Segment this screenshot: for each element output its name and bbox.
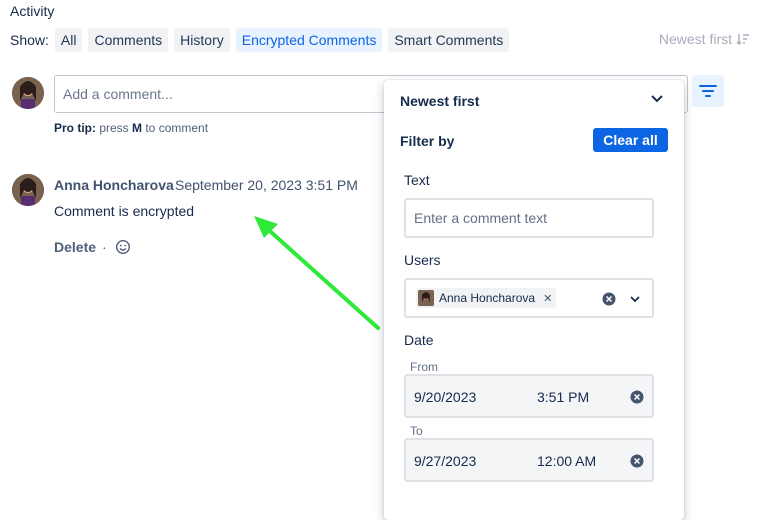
sort-label: Newest first	[658, 31, 732, 47]
from-time-value[interactable]: 3:51 PM	[537, 389, 589, 405]
filter-panel: Newest first Filter by Clear all Text En…	[384, 80, 684, 520]
to-datetime-field[interactable]: 9/27/2023 12:00 AM	[404, 438, 654, 482]
sort-descending-icon	[736, 34, 749, 45]
selected-user-chip: Anna Honcharova ✕	[416, 288, 557, 308]
clear-all-button[interactable]: Clear all	[593, 128, 668, 152]
pro-tip: Pro tip: press M to comment	[54, 121, 208, 135]
activity-heading: Activity	[10, 3, 55, 19]
show-filter-tabs: Show: All Comments History Encrypted Com…	[10, 28, 515, 52]
from-date-value[interactable]: 9/20/2023	[414, 389, 476, 405]
text-filter-placeholder: Enter a comment text	[414, 210, 548, 226]
clear-from-date-icon[interactable]	[630, 390, 644, 404]
tab-smart-comments[interactable]: Smart Comments	[388, 28, 510, 52]
filter-by-heading: Filter by	[400, 133, 455, 149]
tab-all[interactable]: All	[54, 28, 83, 52]
panel-sort-select[interactable]: Newest first	[400, 93, 479, 109]
show-label: Show:	[10, 32, 49, 48]
text-filter-label: Text	[404, 172, 430, 188]
tab-comments[interactable]: Comments	[88, 28, 169, 52]
pro-tip-key: M	[132, 121, 143, 135]
tab-encrypted-comments[interactable]: Encrypted Comments	[235, 28, 383, 52]
add-comment-placeholder: Add a comment...	[63, 86, 173, 102]
chevron-down-icon[interactable]	[650, 94, 664, 104]
comment-author[interactable]: Anna Honcharova	[54, 177, 174, 193]
from-label: From	[410, 360, 438, 374]
pro-tip-prefix: Pro tip:	[54, 121, 96, 135]
users-filter-select[interactable]: Anna Honcharova ✕	[404, 278, 654, 318]
remove-user-icon[interactable]: ✕	[543, 292, 552, 305]
to-date-value[interactable]: 9/27/2023	[414, 453, 476, 469]
to-time-value[interactable]: 12:00 AM	[537, 453, 596, 469]
pro-tip-suffix: to comment	[142, 121, 209, 135]
delete-comment-button[interactable]: Delete	[54, 239, 96, 255]
from-datetime-field[interactable]: 9/20/2023 3:51 PM	[404, 374, 654, 418]
current-user-avatar	[12, 77, 44, 109]
date-filter-label: Date	[404, 332, 434, 348]
clear-to-date-icon[interactable]	[630, 454, 644, 468]
sort-toggle[interactable]: Newest first	[659, 31, 750, 47]
emoji-reaction-icon[interactable]	[115, 239, 131, 255]
filter-button[interactable]	[692, 75, 724, 107]
comment-author-avatar[interactable]	[12, 174, 44, 206]
comment-actions: Delete ·	[54, 239, 131, 255]
clear-users-icon[interactable]	[602, 292, 616, 306]
filter-icon	[699, 85, 717, 97]
to-label: To	[410, 424, 423, 438]
action-separator: ·	[102, 239, 107, 255]
users-filter-label: Users	[404, 252, 441, 268]
selected-user-avatar	[418, 290, 434, 306]
text-filter-input[interactable]: Enter a comment text	[404, 198, 654, 238]
comment-body: Comment is encrypted	[54, 203, 195, 219]
comment-date[interactable]: September 20, 2023 3:51 PM	[175, 177, 358, 193]
users-chevron-down-icon[interactable]	[629, 295, 641, 303]
pro-tip-text: press	[96, 121, 133, 135]
annotation-arrow-icon	[254, 216, 380, 330]
selected-user-name: Anna Honcharova	[439, 291, 536, 305]
tab-history[interactable]: History	[174, 28, 230, 52]
